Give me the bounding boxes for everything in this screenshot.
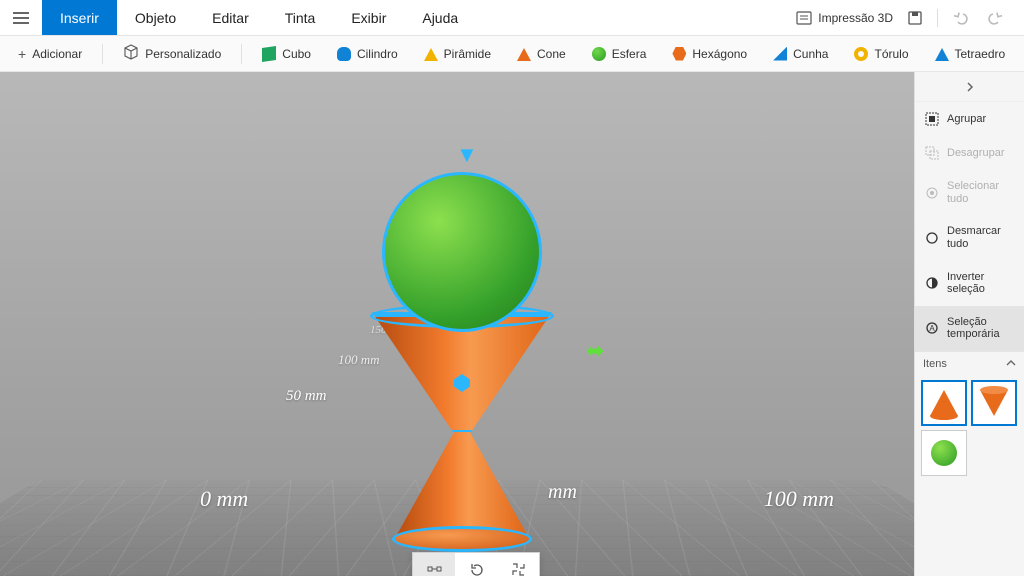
pyramid-icon	[424, 47, 438, 61]
custom-label: Personalizado	[145, 47, 221, 61]
menu-editar[interactable]: Editar	[194, 0, 267, 35]
axis-label-100b: 100 mm	[764, 486, 834, 512]
group-icon	[925, 112, 939, 126]
shape-tetraedro[interactable]: Tetraedro	[925, 43, 1016, 65]
add-label: Adicionar	[32, 47, 82, 61]
invert-icon	[925, 276, 939, 290]
cone-down-icon	[980, 390, 1008, 416]
hamburger-button[interactable]	[0, 0, 42, 35]
shape-cone[interactable]: Cone	[507, 43, 576, 65]
shape-piramide[interactable]: Pirâmide	[414, 43, 501, 65]
cone-up-icon	[930, 390, 958, 416]
action-desmarcar-tudo[interactable]: Desmarcar tudo	[915, 215, 1024, 260]
viewport-3d[interactable]: 0 mm 50 mm 100 mm 150 mm 100 mm mm ▼ ⬌	[0, 72, 914, 576]
print-3d-label: Impressão 3D	[818, 11, 893, 25]
right-panel: Agrupar Desagrupar Selecionar tudo Desma…	[914, 72, 1024, 576]
add-button[interactable]: + Adicionar	[8, 42, 92, 66]
torus-icon	[854, 47, 868, 61]
sphere-thumb-icon	[931, 440, 957, 466]
shape-cunha[interactable]: Cunha	[763, 43, 838, 65]
svg-text:A: A	[929, 324, 935, 333]
redo-button[interactable]	[982, 4, 1010, 32]
sphere-icon	[592, 47, 606, 61]
gizmo-arrow-horizontal-icon[interactable]: ⬌	[586, 338, 604, 364]
wedge-icon	[773, 47, 787, 61]
action-desagrupar: Desagrupar	[915, 136, 1024, 170]
menu-exibir[interactable]: Exibir	[333, 0, 404, 35]
ungroup-icon	[925, 146, 939, 160]
cube-outline-icon	[123, 44, 139, 63]
temp-select-icon: A	[925, 321, 939, 335]
cylinder-icon	[337, 47, 351, 61]
custom-button[interactable]: Personalizado	[113, 40, 231, 67]
print-3d-button[interactable]: Impressão 3D	[796, 11, 893, 25]
mode-scale-button[interactable]	[497, 553, 539, 576]
menu-inserir[interactable]: Inserir	[42, 0, 117, 35]
action-selecao-temporaria[interactable]: A Seleção temporária	[915, 306, 1024, 351]
action-agrupar[interactable]: Agrupar	[915, 102, 1024, 136]
menu-bar: Inserir Objeto Editar Tinta Exibir Ajuda…	[0, 0, 1024, 36]
tetra-icon	[935, 47, 949, 61]
shape-cubo[interactable]: Cubo	[252, 43, 321, 65]
menu-ajuda[interactable]: Ajuda	[404, 0, 476, 35]
save-icon[interactable]	[901, 4, 929, 32]
object-sphere	[382, 172, 542, 332]
mode-rotate-button[interactable]	[455, 553, 497, 576]
items-grid	[915, 376, 1024, 480]
transform-mini-toolbar: 46,61 mm	[412, 552, 540, 576]
plus-icon: +	[18, 46, 26, 62]
gizmo-arrow-down-icon[interactable]: ▼	[456, 142, 478, 168]
select-all-icon	[925, 186, 939, 200]
panel-collapse-button[interactable]	[915, 72, 1024, 102]
action-selecionar-tudo: Selecionar tudo	[915, 170, 1024, 215]
shape-esfera[interactable]: Esfera	[582, 43, 657, 65]
selected-object[interactable]	[362, 158, 562, 538]
menu-tinta[interactable]: Tinta	[267, 0, 334, 35]
cone-icon	[517, 47, 531, 61]
items-header[interactable]: Itens	[915, 351, 1024, 376]
undo-button[interactable]	[946, 4, 974, 32]
menu-objeto[interactable]: Objeto	[117, 0, 194, 35]
cube-icon	[262, 46, 276, 62]
object-cone-bottom-base	[392, 526, 532, 552]
axis-label-50: 50 mm	[286, 388, 326, 405]
item-cone-up[interactable]	[921, 380, 967, 426]
workspace: 0 mm 50 mm 100 mm 150 mm 100 mm mm ▼ ⬌	[0, 72, 1024, 576]
shape-cilindro[interactable]: Cilindro	[327, 43, 408, 65]
mode-move-button[interactable]	[413, 553, 455, 576]
shape-hexagono[interactable]: Hexágono	[662, 43, 757, 65]
object-cone-bottom	[394, 430, 530, 540]
item-cone-down[interactable]	[971, 380, 1017, 426]
deselect-icon	[925, 231, 939, 245]
action-inverter-selecao[interactable]: Inverter seleção	[915, 261, 1024, 306]
axis-label-0: 0 mm	[200, 486, 248, 512]
shape-torulo[interactable]: Tórulo	[844, 43, 918, 65]
insert-toolbar: + Adicionar Personalizado Cubo Cilindro …	[0, 36, 1024, 72]
item-sphere[interactable]	[921, 430, 967, 476]
chevron-up-icon	[1006, 358, 1016, 370]
hexagon-icon	[672, 47, 686, 61]
